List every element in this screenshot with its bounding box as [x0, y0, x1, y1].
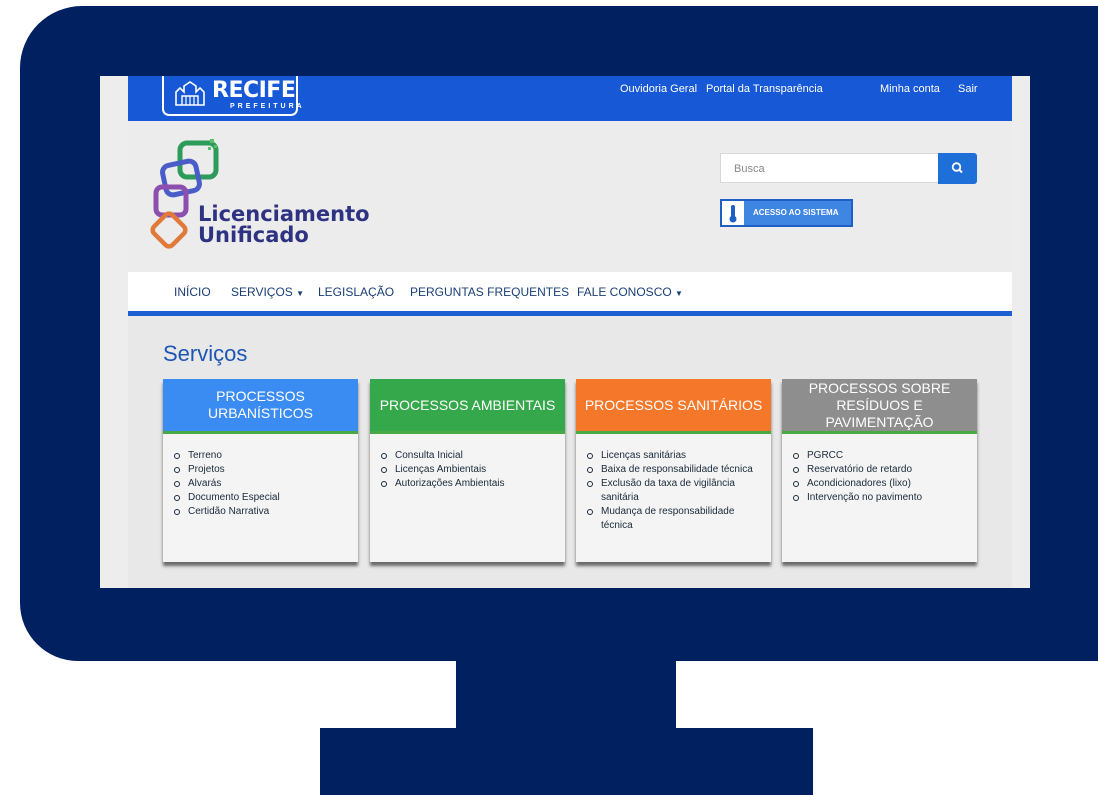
link-ouvidoria-geral[interactable]: Ouvidoria Geral — [620, 83, 697, 95]
nav-fale-conosco[interactable]: FALE CONOSCO ▼ — [577, 285, 683, 299]
page-gutter-left — [100, 76, 128, 588]
page-gutter-right — [1012, 76, 1030, 588]
thermometer-icon — [729, 205, 737, 223]
link-portal-transparencia[interactable]: Portal da Transparência — [706, 83, 823, 95]
acesso-sistema-label: ACESSO AO SISTEMA — [753, 208, 839, 217]
list-item[interactable]: Licenças sanitárias — [587, 449, 767, 463]
site-header: Licenciamento Unificado Busca ACESSO AO … — [128, 121, 1012, 272]
card-header-residuos[interactable]: PROCESSOS SOBRE RESÍDUOS E PAVIMENTAÇÃO — [782, 379, 977, 434]
recife-seal-icon — [175, 81, 205, 106]
card-list-sanitarios: Licenças sanitárias Baixa de responsabil… — [587, 449, 767, 533]
list-item[interactable]: Licenças Ambientais — [381, 463, 561, 477]
list-item[interactable]: Consulta Inicial — [381, 449, 561, 463]
card-processos-residuos-pavimentacao: PROCESSOS SOBRE RESÍDUOS E PAVIMENTAÇÃO … — [782, 379, 977, 562]
recife-logo[interactable]: RECIFE PREFEITURA — [162, 76, 302, 116]
main-nav: INÍCIO SERVIÇOS ▼ LEGISLAÇÃO PERGUNTAS F… — [128, 272, 1012, 316]
acesso-sistema-button[interactable]: ACESSO AO SISTEMA — [720, 199, 853, 227]
caret-down-icon: ▼ — [296, 289, 305, 298]
list-item[interactable]: Terreno — [174, 449, 354, 463]
link-sair[interactable]: Sair — [958, 83, 978, 95]
monitor-stand-base — [320, 728, 813, 795]
recife-wordmark: RECIFE — [212, 78, 296, 103]
nav-legislacao[interactable]: LEGISLAÇÃO — [318, 285, 394, 299]
list-item[interactable]: Projetos — [174, 463, 354, 477]
search-icon — [951, 162, 963, 174]
card-processos-urbanisticos: PROCESSOS URBANÍSTICOS Terreno Projetos … — [163, 379, 358, 562]
list-item[interactable]: Mudança de responsabilidade técnica — [587, 505, 767, 533]
card-header-residuos-line2: RESÍDUOS E PAVIMENTAÇÃO — [825, 396, 934, 430]
prefeitura-wordmark: PREFEITURA — [230, 103, 305, 110]
services-section: Serviços PROCESSOS URBANÍSTICOS Terreno … — [128, 316, 1012, 588]
card-header-ambientais[interactable]: PROCESSOS AMBIENTAIS — [370, 379, 565, 434]
browser-screen: RECIFE PREFEITURA Ouvidoria Geral Portal… — [100, 76, 1030, 588]
card-processos-ambientais: PROCESSOS AMBIENTAIS Consulta Inicial Li… — [370, 379, 565, 562]
link-minha-conta[interactable]: Minha conta — [880, 83, 940, 95]
card-list-urbanisticos: Terreno Projetos Alvarás Documento Espec… — [174, 449, 354, 519]
card-processos-sanitarios: PROCESSOS SANITÁRIOS Licenças sanitárias… — [576, 379, 771, 562]
list-item[interactable]: Alvarás — [174, 477, 354, 491]
title-line-2: Unificado — [198, 223, 309, 247]
nav-inicio[interactable]: INÍCIO — [174, 285, 211, 299]
card-header-sanitarios[interactable]: PROCESSOS SANITÁRIOS — [576, 379, 771, 434]
list-item[interactable]: Certidão Narrativa — [174, 505, 354, 519]
title-line-1: Licenciamento — [198, 202, 370, 226]
page-title: Serviços — [163, 341, 248, 366]
nav-servicos-label: SERVIÇOS — [231, 285, 293, 299]
list-item[interactable]: Baixa de responsabilidade técnica — [587, 463, 767, 477]
card-header-residuos-line1: PROCESSOS SOBRE — [808, 379, 951, 396]
list-item[interactable]: Reservatório de retardo — [793, 463, 973, 477]
list-item[interactable]: Autorizações Ambientais — [381, 477, 561, 491]
card-list-residuos: PGRCC Reservatório de retardo Acondicion… — [793, 449, 973, 505]
card-header-urbanisticos[interactable]: PROCESSOS URBANÍSTICOS — [163, 379, 358, 434]
list-item[interactable]: Acondicionadores (lixo) — [793, 477, 973, 491]
search-button[interactable] — [938, 153, 977, 184]
card-list-ambientais: Consulta Inicial Licenças Ambientais Aut… — [381, 449, 561, 491]
list-item[interactable]: PGRCC — [793, 449, 973, 463]
list-item[interactable]: Intervenção no pavimento — [793, 491, 973, 505]
caret-down-icon: ▼ — [675, 289, 683, 298]
acesso-icon-box — [722, 201, 744, 225]
nav-servicos[interactable]: SERVIÇOS ▼ — [231, 285, 304, 299]
licenciamento-unificado-title: Licenciamento Unificado — [198, 204, 370, 246]
nav-perguntas-frequentes[interactable]: PERGUNTAS FREQUENTES — [410, 285, 569, 299]
list-item[interactable]: Exclusão da taxa de vigilância sanitária — [587, 477, 767, 505]
top-bar: RECIFE PREFEITURA Ouvidoria Geral Portal… — [128, 76, 1012, 121]
list-item[interactable]: Documento Especial — [174, 491, 354, 505]
nav-fale-conosco-label: FALE CONOSCO — [577, 285, 672, 299]
search-input[interactable]: Busca — [720, 153, 938, 183]
monitor-stand-neck — [456, 655, 676, 735]
